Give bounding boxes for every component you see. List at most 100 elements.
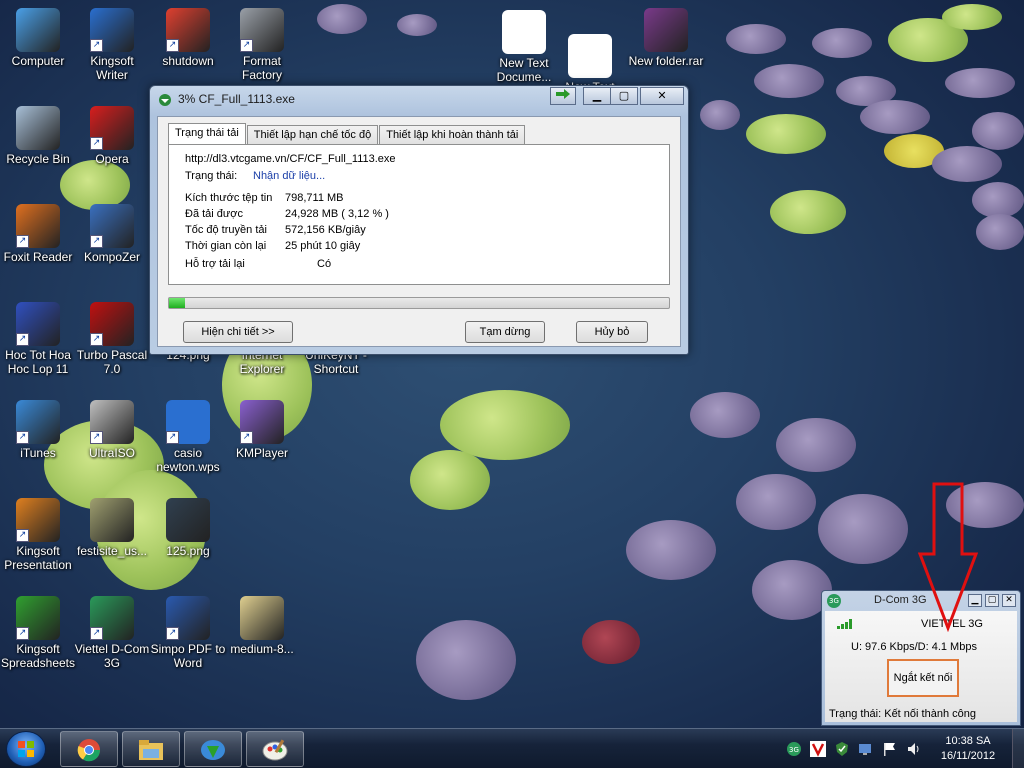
- network-tray-icon[interactable]: [858, 741, 874, 757]
- image-file-icon: [240, 596, 284, 640]
- desktop-icon[interactable]: ↗ Simpo PDF to Word: [150, 596, 226, 670]
- lily-pad: [812, 28, 872, 58]
- lily-pad: [746, 114, 826, 154]
- minimize-button[interactable]: ▁: [583, 87, 611, 105]
- window-client: Trạng thái tải Thiết lập hạn chế tốc độ …: [157, 116, 681, 347]
- desktop-icon[interactable]: ↗ iTunes: [0, 400, 76, 460]
- lily-pad: [416, 620, 516, 700]
- desktop-icon[interactable]: ↗ Foxit Reader: [0, 204, 76, 264]
- tab-download-status[interactable]: Trạng thái tải: [168, 123, 246, 145]
- taskbar-idm-button[interactable]: [184, 731, 242, 767]
- tab-speed-limit[interactable]: Thiết lập hạn chế tốc độ: [246, 125, 379, 145]
- info-value: 25 phút 10 giây: [285, 240, 361, 252]
- desktop-icon-label: Foxit Reader: [3, 250, 73, 264]
- desktop-icon-label: Kingsoft Spreadsheets: [0, 642, 76, 670]
- volume-icon[interactable]: [906, 741, 922, 757]
- shortcut-arrow-icon: ↗: [90, 137, 103, 150]
- desktop-icon[interactable]: ↗ shutdown: [150, 8, 226, 68]
- text-document-icon: [502, 10, 546, 54]
- cancel-button[interactable]: Hủy bỏ: [576, 321, 648, 343]
- desktop-icon[interactable]: ↗ casio newton.wps: [150, 400, 226, 474]
- taskbar: 3G 10:38 SA 16/11/2012: [0, 728, 1024, 768]
- image-file-icon: [166, 498, 210, 542]
- kingsoft-writer-icon: ↗: [90, 8, 134, 52]
- desktop-icon[interactable]: ↗ Kingsoft Presentation: [0, 498, 76, 572]
- shortcut-arrow-icon: ↗: [90, 235, 103, 248]
- connection-status: Trạng thái: Kết nối thành công: [829, 708, 976, 720]
- shortcut-arrow-icon: ↗: [240, 431, 253, 444]
- paint-icon: [262, 739, 288, 761]
- download-window[interactable]: 3% CF_Full_1113.exe ▁ ▢ ✕ Trạng thái tải…: [149, 85, 689, 355]
- dcom-close-button[interactable]: ✕: [1002, 594, 1016, 607]
- chemistry-icon: ↗: [16, 302, 60, 346]
- pause-button[interactable]: Tạm dừng: [465, 321, 545, 343]
- desktop-icon[interactable]: New folder.rar: [628, 8, 704, 68]
- desktop-icon-label: UltraISO: [88, 446, 135, 460]
- dcom-tray-icon[interactable]: 3G: [786, 741, 802, 757]
- close-button[interactable]: ✕: [640, 87, 684, 105]
- show-details-button[interactable]: Hiện chi tiết >>: [183, 321, 293, 343]
- antivirus-tray-icon[interactable]: [810, 741, 826, 757]
- lily-pad: [945, 68, 1015, 98]
- taskbar-paint-button[interactable]: [246, 731, 304, 767]
- disconnect-button[interactable]: Ngắt kết nối: [887, 659, 959, 697]
- lily-pad: [736, 474, 816, 530]
- shortcut-arrow-icon: ↗: [166, 39, 179, 52]
- desktop-icon-label: festisite_us...: [76, 544, 148, 558]
- lily-pad: [626, 520, 716, 580]
- red-arrow-annotation: [918, 482, 978, 632]
- tab-on-complete[interactable]: Thiết lập khi hoàn thành tải: [379, 125, 526, 145]
- desktop-icon[interactable]: Computer: [0, 8, 76, 68]
- minimize-to-tray-button[interactable]: [550, 87, 576, 105]
- desktop-icon[interactable]: ↗ Format Factory: [224, 8, 300, 82]
- info-label: Đã tải được: [185, 208, 243, 220]
- download-progress-bar: [168, 297, 670, 309]
- lily-pad: [972, 112, 1024, 150]
- kingsoft-spreadsheets-icon: ↗: [16, 596, 60, 640]
- window-title: 3% CF_Full_1113.exe: [178, 92, 295, 106]
- pdf-to-word-icon: ↗: [166, 596, 210, 640]
- start-button[interactable]: [6, 731, 46, 767]
- desktop-icon-label: Viettel D-Com 3G: [74, 642, 150, 670]
- dcom-maximize-button[interactable]: ▢: [985, 594, 999, 607]
- shortcut-arrow-icon: ↗: [90, 627, 103, 640]
- shortcut-arrow-icon: ↗: [16, 235, 29, 248]
- maximize-button[interactable]: ▢: [610, 87, 638, 105]
- desktop-icon[interactable]: ↗ Kingsoft Writer: [74, 8, 150, 82]
- desktop-icon-label: Opera: [95, 152, 129, 166]
- desktop-icon[interactable]: Recycle Bin: [0, 106, 76, 166]
- info-value: Có: [317, 258, 332, 270]
- desktop-icon[interactable]: ↗ KompoZer: [74, 204, 150, 264]
- status-label: Trạng thái:: [185, 170, 238, 182]
- lily-pad: [972, 182, 1024, 218]
- svg-text:3G: 3G: [789, 746, 799, 754]
- desktop-icon-label: KompoZer: [83, 250, 141, 264]
- taskbar-clock[interactable]: 10:38 SA 16/11/2012: [936, 734, 1000, 764]
- desktop-icon[interactable]: ↗ Opera: [74, 106, 150, 166]
- desktop-icon[interactable]: medium-8...: [224, 596, 300, 656]
- lily-pad: [690, 392, 760, 438]
- desktop-icon-label: Recycle Bin: [6, 152, 70, 166]
- desktop-icon[interactable]: ↗ Hoc Tot Hoa Hoc Lop 11: [0, 302, 76, 376]
- lily-pad: [397, 14, 437, 36]
- desktop-icon[interactable]: ↗ Kingsoft Spreadsheets: [0, 596, 76, 670]
- taskbar-explorer-button[interactable]: [122, 731, 180, 767]
- desktop-icon[interactable]: ↗ KMPlayer: [224, 400, 300, 460]
- desktop-icon[interactable]: New Text Docume...: [486, 10, 562, 84]
- desktop-icon[interactable]: ↗ UltraISO: [74, 400, 150, 460]
- chrome-icon: [77, 739, 101, 762]
- info-value: 798,711 MB: [285, 192, 344, 204]
- taskbar-chrome-button[interactable]: [60, 731, 118, 767]
- flag-tray-icon[interactable]: [882, 741, 898, 757]
- text-document-icon: [568, 34, 612, 78]
- lily-pad: [60, 160, 130, 210]
- security-tray-icon[interactable]: [834, 741, 850, 757]
- desktop-icon[interactable]: festisite_us...: [74, 498, 150, 558]
- viettel-dcom-icon: ↗: [90, 596, 134, 640]
- computer-icon: [16, 8, 60, 52]
- desktop-icon[interactable]: 125.png: [150, 498, 226, 558]
- desktop-icon[interactable]: ↗ Viettel D-Com 3G: [74, 596, 150, 670]
- shortcut-arrow-icon: ↗: [16, 333, 29, 346]
- desktop-icon[interactable]: ↗ Turbo Pascal 7.0: [74, 302, 150, 376]
- show-desktop-button[interactable]: [1012, 729, 1024, 768]
